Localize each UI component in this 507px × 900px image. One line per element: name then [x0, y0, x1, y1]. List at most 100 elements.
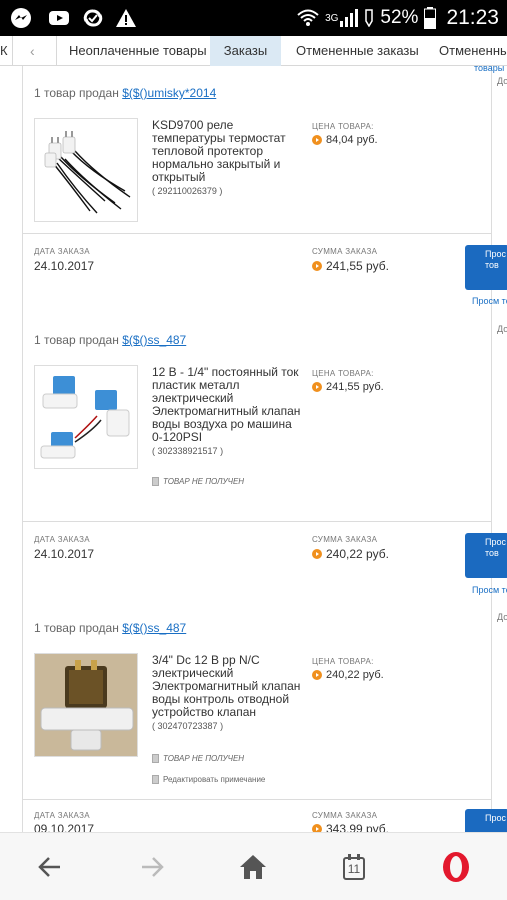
item-price: 241,55 руб.	[312, 381, 384, 393]
clock: 21:23	[446, 6, 499, 29]
warning-icon	[116, 9, 136, 27]
seller-line: 1 товар продан $($()ss_487	[34, 621, 186, 635]
item-status-text: ТОВАР НЕ ПОЛУЧЕН	[163, 754, 245, 763]
document-icon	[152, 477, 159, 486]
ruble-coin-icon	[312, 549, 322, 559]
seller-line: 1 товар продан $($()ss_487	[34, 333, 186, 347]
frame-left-border	[22, 66, 23, 832]
product-id: ( 302470723387 )	[152, 721, 224, 731]
edit-note-link[interactable]: Редактировать примечание	[152, 775, 265, 784]
seller-prefix: 1 товар продан	[34, 333, 119, 347]
tab-divider	[12, 36, 13, 66]
product-id: ( 302338921517 )	[152, 446, 224, 456]
tab-bar: К ‹ Неоплаченные товары Заказы Отмененны…	[0, 36, 507, 66]
order-sum: 241,55 руб.	[312, 259, 389, 273]
frame-right-border	[491, 66, 492, 832]
edit-note-icon	[152, 775, 159, 784]
item-price-label: ЦЕНА ТОВАРА:	[312, 369, 374, 378]
product-name[interactable]: 3/4" Dc 12 В рр N/C электрический Электр…	[152, 654, 302, 719]
product-title[interactable]: KSD9700 реле температуры термостат тепло…	[152, 119, 302, 198]
edit-note-text[interactable]: Редактировать примечание	[163, 775, 265, 784]
item-price-value: 241,55 руб.	[326, 381, 384, 393]
product-title[interactable]: 12 В - 1/4" постоянный ток пластик метал…	[152, 366, 302, 458]
product-id: ( 292110026379 )	[152, 186, 223, 196]
network-type: 3G	[325, 12, 339, 24]
item-status: ТОВАР НЕ ПОЛУЧЕН	[152, 754, 244, 763]
ruble-coin-icon	[312, 382, 322, 392]
view-items-link[interactable]: Просм товары с	[472, 296, 507, 307]
brass-valve-image	[35, 654, 137, 756]
seller-link[interactable]: $($()ss_487	[122, 621, 186, 635]
order-date: 24.10.2017	[34, 259, 95, 273]
order-sum-value: 240,22 руб.	[326, 547, 389, 561]
seller-prefix: 1 товар продан	[34, 621, 119, 635]
product-title[interactable]: 3/4" Dc 12 В рр N/C электрический Электр…	[152, 654, 302, 733]
back-arrow-icon[interactable]	[34, 851, 66, 883]
order-sum: 240,22 руб.	[312, 547, 389, 561]
sync-icon	[83, 9, 103, 27]
opera-icon[interactable]	[440, 851, 472, 883]
ruble-coin-icon	[312, 135, 322, 145]
tabs-button[interactable]: 11	[338, 851, 370, 883]
order-sum-value: 241,55 руб.	[326, 259, 389, 273]
tab-orders[interactable]: Заказы	[210, 36, 281, 66]
product-image[interactable]	[34, 365, 138, 469]
item-price-value: 240,22 руб.	[326, 669, 384, 681]
item-status-text: ТОВАР НЕ ПОЛУЧЕН	[163, 477, 245, 486]
order-sum-label: СУММА ЗАКАЗА	[312, 535, 378, 544]
order-sum: 343,99 руб.	[312, 822, 389, 832]
product-name[interactable]: KSD9700 реле температуры термостат тепло…	[152, 119, 302, 184]
side-more-label: До	[497, 324, 507, 334]
order-divider	[22, 233, 491, 234]
signal-icon	[340, 9, 359, 27]
tab-divider	[56, 36, 57, 66]
item-price-label: ЦЕНА ТОВАРА:	[312, 657, 374, 666]
tabs-scroll-back-button[interactable]: ‹	[30, 36, 35, 66]
thermostat-relay-image	[35, 119, 137, 221]
order-date-label: ДАТА ЗАКАЗА	[34, 811, 90, 820]
order-date-label: ДАТА ЗАКАЗА	[34, 247, 90, 256]
home-icon[interactable]	[237, 851, 269, 883]
tab-cancelled-partial[interactable]: Отмененные	[439, 36, 507, 66]
product-image[interactable]	[34, 118, 138, 222]
tab-cancelled-orders[interactable]: Отмененные заказы	[296, 36, 419, 66]
status-bar: 3G 52% 21:23	[0, 0, 507, 36]
tab-unpaid[interactable]: Неоплаченные товары	[69, 36, 207, 66]
order-date: 24.10.2017	[34, 547, 95, 561]
item-status: ТОВАР НЕ ПОЛУЧЕН	[152, 477, 244, 486]
orders-list: товары с До 1 товар продан $($()umisky*2…	[0, 66, 507, 832]
order-date-label: ДАТА ЗАКАЗА	[34, 535, 90, 544]
ruble-coin-icon	[312, 670, 322, 680]
seller-line: 1 товар продан $($()umisky*2014	[34, 86, 216, 100]
seller-link[interactable]: $($()umisky*2014	[122, 86, 216, 100]
product-image[interactable]	[34, 653, 138, 757]
wifi-icon	[297, 9, 319, 26]
item-price: 84,04 руб.	[312, 134, 378, 146]
view-items-link[interactable]: товары с	[474, 66, 507, 74]
battery-percent: 52%	[380, 7, 419, 28]
view-order-button[interactable]: Прос	[465, 809, 507, 832]
tab-count: 11	[347, 862, 361, 876]
view-order-button[interactable]: Прос тов	[465, 245, 507, 290]
solenoid-valve-image	[35, 366, 137, 468]
side-more-label: До	[497, 612, 507, 622]
status-bar-right: 3G 52% 21:23	[297, 4, 499, 32]
view-order-button[interactable]: Прос тов	[465, 533, 507, 578]
seller-prefix: 1 товар продан	[34, 86, 119, 100]
ruble-coin-icon	[312, 261, 322, 271]
view-items-link[interactable]: Просм товары с	[472, 585, 507, 596]
item-price-label: ЦЕНА ТОВАРА:	[312, 122, 374, 131]
messenger-icon	[11, 8, 31, 28]
order-date: 09.10.2017	[34, 822, 95, 832]
tab-partial-left[interactable]: К	[0, 36, 12, 66]
battery-icon	[424, 7, 437, 29]
order-sum-label: СУММА ЗАКАЗА	[312, 811, 378, 820]
side-more-label: До	[497, 76, 507, 86]
browser-nav-bar: 11	[0, 832, 507, 900]
item-price: 240,22 руб.	[312, 669, 384, 681]
youtube-icon	[49, 11, 69, 25]
order-divider	[22, 799, 491, 800]
product-name[interactable]: 12 В - 1/4" постоянный ток пластик метал…	[152, 366, 302, 444]
forward-arrow-icon[interactable]	[136, 851, 168, 883]
seller-link[interactable]: $($()ss_487	[122, 333, 186, 347]
